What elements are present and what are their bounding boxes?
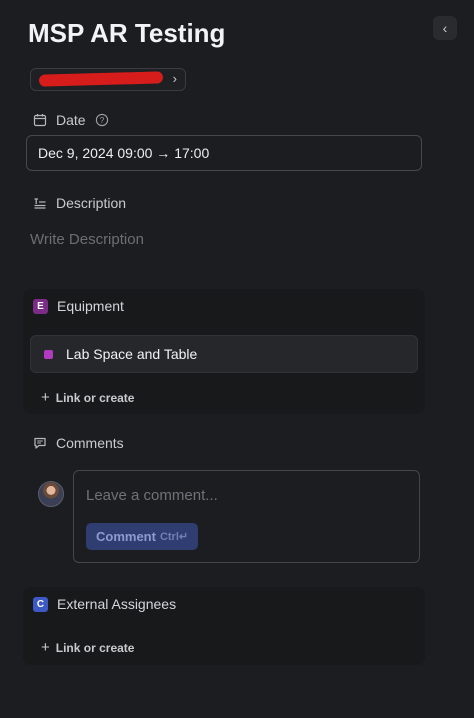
comment-shortcut-hint: Ctrl↵ (159, 531, 189, 543)
link-or-create-label: Link or create (55, 390, 135, 405)
equipment-item[interactable]: Lab Space and Table (30, 335, 418, 373)
redaction-mark (38, 71, 164, 87)
item-color-dot (44, 349, 53, 359)
chevron-left-icon: ‹ (442, 20, 448, 36)
date-label-row: Date ? (32, 112, 110, 128)
equipment-item-label: Lab Space and Table (66, 346, 198, 362)
comments-label: Comments (56, 435, 124, 451)
help-circle-icon[interactable]: ? (94, 112, 110, 128)
description-label-row: Description (32, 195, 126, 211)
comment-submit-button[interactable]: Comment Ctrl↵ (86, 523, 199, 550)
comment-button-label: Comment (96, 529, 156, 544)
external-assignees-header: C External Assignees (33, 596, 176, 612)
chevron-right-icon: › (172, 71, 177, 86)
description-label: Description (56, 195, 127, 211)
external-assignees-section: C External Assignees + Link or create (23, 587, 425, 665)
equipment-header: E Equipment (33, 298, 124, 314)
external-assignees-label: External Assignees (57, 596, 177, 612)
equipment-section: E Equipment Lab Space and Table + Link o… (23, 289, 425, 414)
equipment-link-or-create-button[interactable]: + Link or create (41, 389, 134, 406)
external-assignees-badge: C (33, 596, 48, 612)
collapse-panel-button[interactable]: ‹ (433, 16, 457, 40)
external-assignees-link-or-create-button[interactable]: + Link or create (41, 639, 134, 656)
equipment-label: Equipment (57, 298, 124, 314)
page-title[interactable]: MSP AR Testing (28, 18, 225, 49)
description-input[interactable]: Write Description (30, 231, 144, 248)
equipment-badge: E (33, 298, 48, 314)
plus-icon: + (41, 389, 50, 406)
comment-input[interactable]: Leave a comment... Comment Ctrl↵ (73, 470, 420, 563)
date-field[interactable]: Dec 9, 2024 09:00 → 17:00 (26, 135, 422, 171)
parent-breadcrumb[interactable]: › (30, 68, 186, 91)
date-value: Dec 9, 2024 09:00 → 17:00 (38, 145, 210, 161)
description-icon (32, 195, 48, 211)
date-label: Date (56, 112, 86, 128)
comment-placeholder: Leave a comment... (86, 487, 218, 504)
link-or-create-label: Link or create (55, 640, 135, 655)
comment-icon (32, 435, 48, 451)
avatar (38, 481, 64, 507)
calendar-icon (32, 112, 48, 128)
plus-icon: + (41, 639, 50, 656)
comments-label-row: Comments (32, 435, 124, 451)
svg-text:?: ? (99, 116, 104, 125)
